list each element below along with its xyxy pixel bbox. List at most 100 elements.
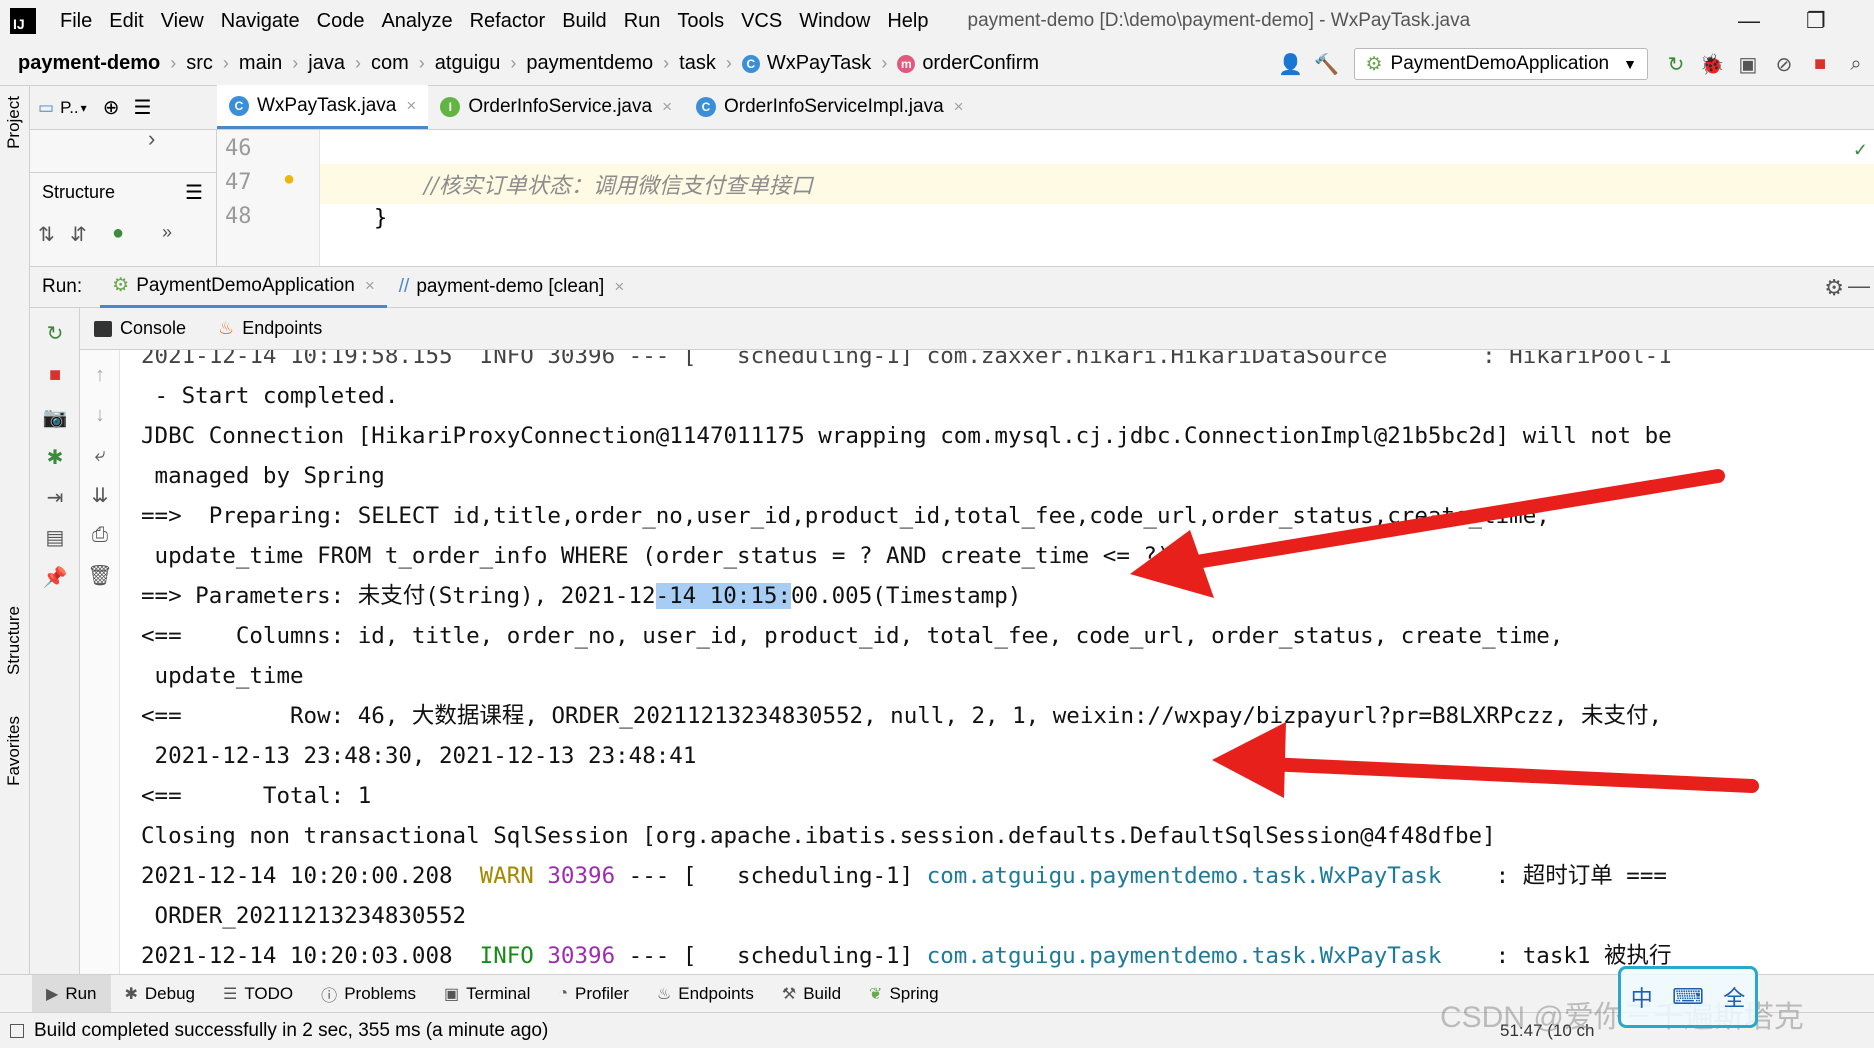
arrow-down-icon[interactable]: ↓ <box>87 402 113 428</box>
tool-debug[interactable]: ✱ Debug <box>111 975 210 1013</box>
breadcrumb-paymentdemo[interactable]: paymentdemo <box>526 52 653 75</box>
breadcrumb-java[interactable]: java <box>308 52 345 75</box>
arrow-up-icon[interactable]: ↑ <box>87 362 113 388</box>
trash-icon[interactable]: 🗑 <box>87 562 113 588</box>
debug-icon[interactable]: 🐞 <box>1698 50 1726 78</box>
project-view-icon[interactable]: ▭ <box>38 98 54 118</box>
code-editor[interactable]: //核实订单状态：调用微信支付查单接口 } ✓ <box>320 130 1874 266</box>
gear-icon[interactable]: ⚙ <box>1824 275 1844 301</box>
camera-icon[interactable]: 📷 <box>42 404 68 430</box>
tab-orderinfoservice[interactable]: I OrderInfoService.java × <box>428 85 684 129</box>
sort-visibility-icon[interactable]: ⇵ <box>70 222 87 247</box>
tool-build[interactable]: ⚒ Build <box>768 975 855 1013</box>
layout-icon[interactable]: ▤ <box>42 524 68 550</box>
tool-todo[interactable]: ☰ TODO <box>209 975 307 1013</box>
lightbulb-icon[interactable]: ● <box>283 168 295 191</box>
run-tab-clean[interactable]: // payment-demo [clean] × <box>387 266 637 308</box>
log-logger[interactable]: com.atguigu.paymentdemo.task.WxPayTask <box>927 863 1442 889</box>
build-hammer-icon[interactable]: 🔨 <box>1312 50 1340 78</box>
menu-vcs[interactable]: VCS <box>741 10 782 33</box>
stop-icon[interactable]: ■ <box>1806 50 1834 78</box>
breadcrumb-class[interactable]: C WxPayTask <box>741 52 871 75</box>
soft-wrap-icon[interactable]: ⤶ <box>87 442 113 468</box>
menu-build[interactable]: Build <box>562 10 606 33</box>
menu-edit[interactable]: Edit <box>109 10 143 33</box>
locate-icon[interactable]: ⊕ <box>103 95 120 120</box>
ime-widget[interactable]: 中 ⌨ 全 <box>1618 966 1758 1028</box>
sort-alpha-icon[interactable]: ⇅ <box>38 222 55 247</box>
tool-run[interactable]: ▶ Run <box>32 974 111 1013</box>
hide-icon[interactable]: — <box>1848 273 1870 299</box>
structure-tool-tab[interactable]: Structure <box>4 606 24 675</box>
breadcrumb-project[interactable]: payment-demo <box>18 52 160 75</box>
more-icon[interactable]: » <box>162 222 172 243</box>
tool-endpoints[interactable]: ♨ Endpoints <box>643 975 768 1013</box>
console-tab[interactable]: Console <box>94 318 186 339</box>
pin-icon[interactable]: 📌 <box>42 564 68 590</box>
scroll-to-end-icon[interactable]: ⇊ <box>87 482 113 508</box>
ime-language[interactable]: 中 <box>1631 981 1653 1013</box>
status-square-icon[interactable] <box>10 1023 24 1038</box>
tool-terminal[interactable]: ▣ Terminal <box>430 975 544 1013</box>
dropdown-arrow-icon: ▾ <box>80 100 87 115</box>
debug-bug-icon[interactable]: ✱ <box>42 444 68 470</box>
tab-wxpaytask[interactable]: C WxPayTask.java × <box>217 85 429 129</box>
rerun-icon[interactable]: ↻ <box>42 320 68 346</box>
menu-run[interactable]: Run <box>624 10 661 33</box>
restore-layout-icon[interactable]: ⇥ <box>42 484 68 510</box>
chevron-right-icon: › <box>510 53 517 73</box>
close-icon[interactable]: × <box>954 97 964 117</box>
tool-problems[interactable]: ⓘ Problems <box>307 975 430 1013</box>
breadcrumb-method[interactable]: m orderConfirm <box>897 52 1039 75</box>
restore-icon[interactable]: ❐ <box>1806 8 1826 34</box>
menu-navigate[interactable]: Navigate <box>221 10 300 33</box>
profile-icon[interactable]: ⊘ <box>1770 50 1798 78</box>
log-logger[interactable]: com.atguigu.paymentdemo.task.WxPayTask <box>927 943 1442 969</box>
menu-code[interactable]: Code <box>317 10 365 33</box>
close-icon[interactable]: × <box>406 96 416 116</box>
breadcrumb-atguigu[interactable]: atguigu <box>435 52 501 75</box>
project-tool-tab[interactable]: Project <box>4 96 24 149</box>
tool-profiler[interactable]: ◔ Profiler <box>544 975 643 1013</box>
menu-view[interactable]: View <box>161 10 204 33</box>
close-icon[interactable]: × <box>662 97 672 117</box>
menu-file[interactable]: File <box>60 10 92 33</box>
class-icon: C <box>741 54 760 73</box>
run-configuration-select[interactable]: ⚙ PaymentDemoApplication ▼ <box>1354 48 1648 80</box>
ime-mode[interactable]: 全 <box>1723 981 1745 1013</box>
tool-spring[interactable]: ❦ Spring <box>855 975 953 1013</box>
tab-orderinfoserviceimpl[interactable]: C OrderInfoServiceImpl.java × <box>684 85 976 129</box>
menu-refactor[interactable]: Refactor <box>470 10 546 33</box>
breadcrumb-src[interactable]: src <box>186 52 213 75</box>
coverage-icon[interactable]: ▣ <box>1734 50 1762 78</box>
minimize-icon[interactable]: — <box>1738 8 1760 34</box>
breadcrumb-com[interactable]: com <box>371 52 409 75</box>
console-line: ORDER_20211213234830552 <box>141 903 467 929</box>
project-view-select[interactable]: P.. <box>60 98 79 118</box>
breadcrumb-main[interactable]: main <box>239 52 282 75</box>
terminal-icon: ▣ <box>444 985 460 1003</box>
endpoints-tab[interactable]: ♨ Endpoints <box>218 318 322 339</box>
search-icon[interactable]: ⌕ <box>1842 50 1870 78</box>
run-tab-paymentdemoapplication[interactable]: ⚙ PaymentDemoApplication × <box>100 266 387 308</box>
collapse-all-icon[interactable]: ☰ <box>133 95 151 120</box>
favorites-tool-tab[interactable]: Favorites <box>4 716 24 786</box>
close-icon[interactable]: × <box>614 277 624 297</box>
chevron-right-icon[interactable]: › <box>148 126 155 152</box>
print-icon[interactable]: ⎙ <box>87 522 113 548</box>
menu-analyze[interactable]: Analyze <box>381 10 452 33</box>
close-icon[interactable]: × <box>365 276 375 296</box>
settings-icon[interactable]: ☰ <box>185 180 203 205</box>
console-output[interactable]: 2021-12-14 10:19:58.155 INFO 30396 --- [… <box>120 350 1874 974</box>
breadcrumb-task[interactable]: task <box>679 52 716 75</box>
show-inherited-icon[interactable]: ● <box>112 222 124 245</box>
stop-icon[interactable]: ■ <box>42 362 68 388</box>
user-icon[interactable]: 👤 <box>1276 50 1304 78</box>
menu-tools[interactable]: Tools <box>677 10 724 33</box>
rerun-icon[interactable]: ↻ <box>1662 50 1690 78</box>
console-line: JDBC Connection [HikariProxyConnection@1… <box>141 423 1672 449</box>
menu-window[interactable]: Window <box>799 10 870 33</box>
menu-help[interactable]: Help <box>887 10 928 33</box>
log-thread: --- [ scheduling-1] <box>615 863 927 889</box>
keyboard-icon[interactable]: ⌨ <box>1672 984 1704 1010</box>
